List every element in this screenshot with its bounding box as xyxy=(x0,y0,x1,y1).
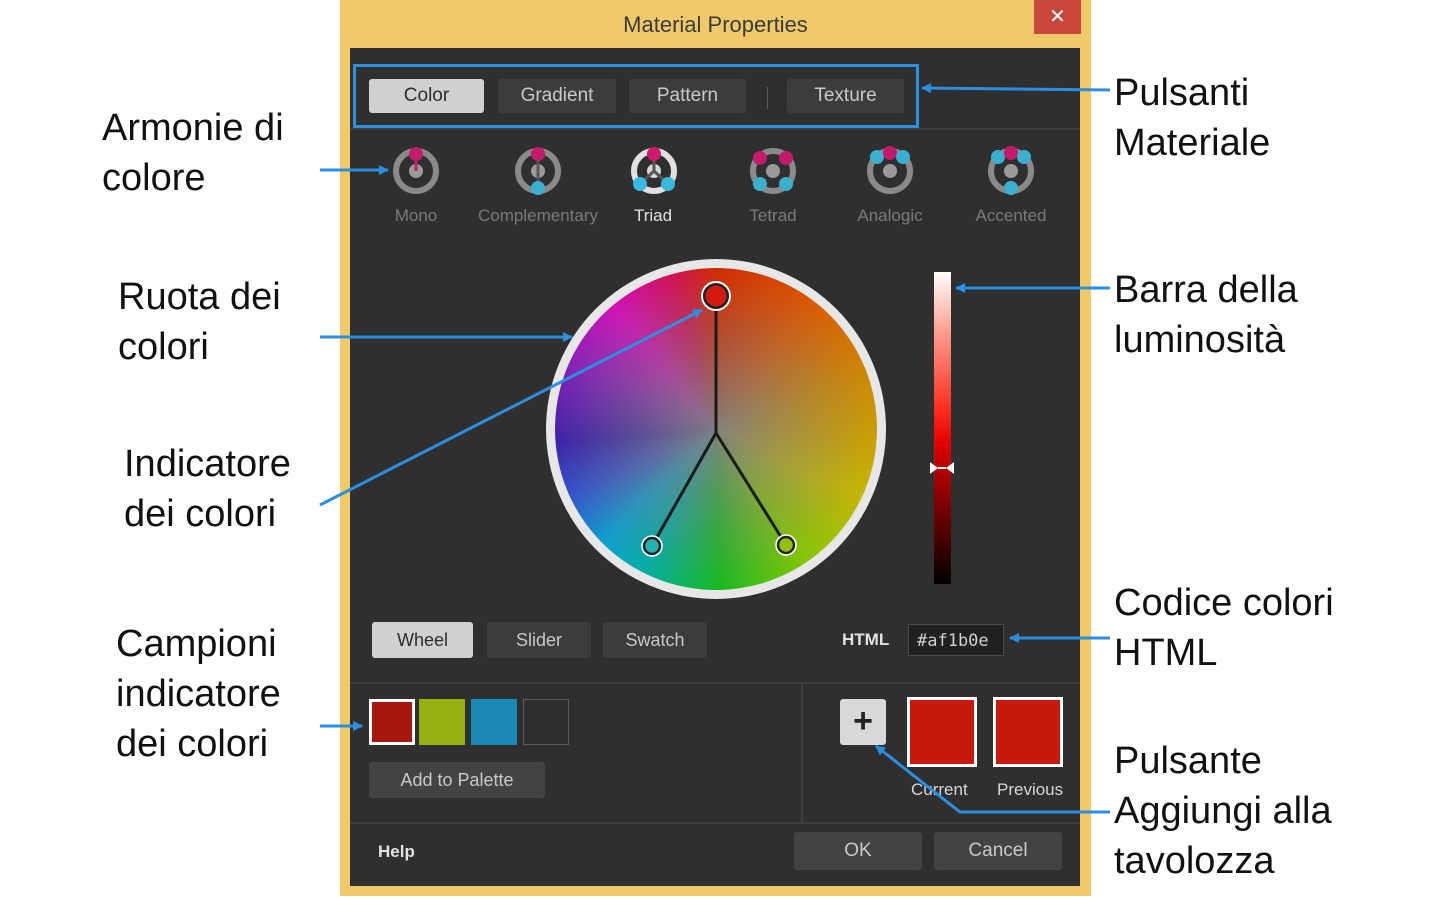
annotation-codice: Codice colori HTML xyxy=(1114,578,1334,678)
annotation-line: dei colori xyxy=(124,493,277,535)
annotation-line: Ruota dei xyxy=(118,276,281,318)
annotation-line: Materiale xyxy=(1114,122,1271,164)
annotation-campioni: Campioni indicatore dei colori xyxy=(116,619,281,769)
annotation-line: Codice colori xyxy=(1114,582,1334,624)
annotation-barra: Barra della luminosità xyxy=(1114,265,1298,365)
annotation-line: dei colori xyxy=(116,723,269,765)
annotation-line: luminosità xyxy=(1114,319,1286,361)
annotation-line: Indicatore xyxy=(124,443,291,485)
annotation-line: Campioni xyxy=(116,623,277,665)
annotation-armonie: Armonie di colore xyxy=(102,103,284,203)
annotation-line: indicatore xyxy=(116,673,281,715)
annotation-line: colori xyxy=(118,326,209,368)
annotation-line: Armonie di xyxy=(102,107,284,149)
annotation-line: colore xyxy=(102,157,206,199)
annotation-line: Pulsanti xyxy=(1114,72,1250,114)
annotation-line: Pulsante xyxy=(1114,740,1262,782)
annotation-ruota: Ruota dei colori xyxy=(118,272,281,372)
annotation-pulsanti-materiale: Pulsanti Materiale xyxy=(1114,68,1270,168)
annotation-line: Aggiungi alla xyxy=(1114,790,1332,832)
annotation-pulsante-aggiungi: Pulsante Aggiungi alla tavolozza xyxy=(1114,736,1332,886)
annotation-line: tavolozza xyxy=(1114,840,1275,882)
annotation-indicatore: Indicatore dei colori xyxy=(124,439,291,539)
annotation-line: HTML xyxy=(1114,632,1218,674)
annotation-line: Barra della xyxy=(1114,269,1298,311)
